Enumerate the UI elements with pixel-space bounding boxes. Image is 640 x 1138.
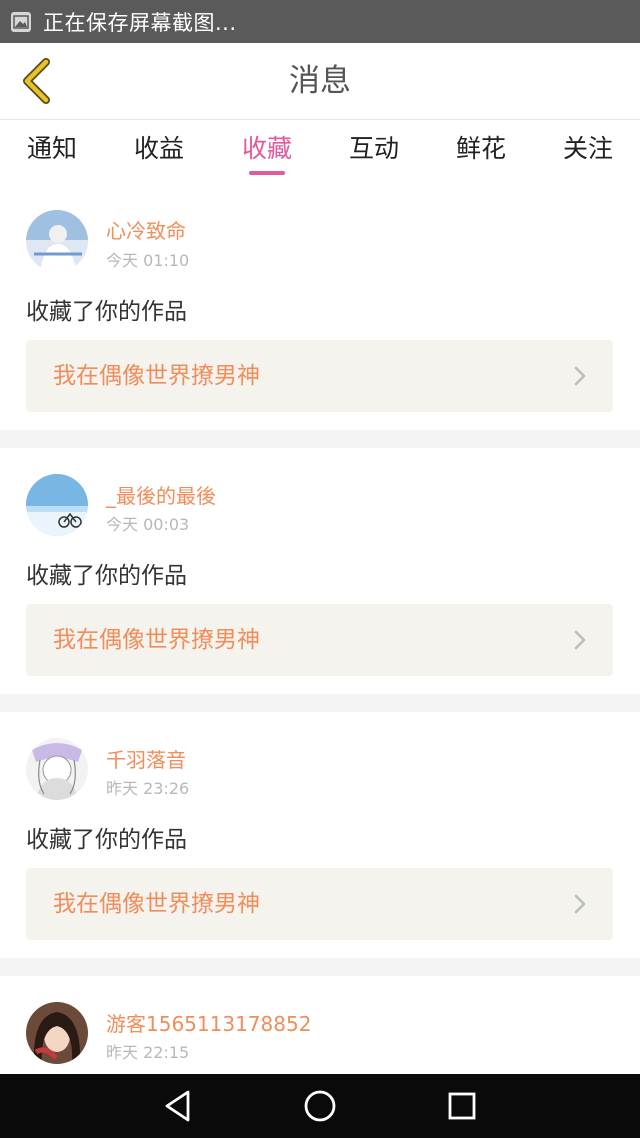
avatar[interactable] [26,1002,88,1064]
nav-back-button[interactable] [146,1074,210,1138]
username[interactable]: 心冷致命 [106,215,186,244]
work-link[interactable]: 我在偶像世界撩男神 [26,868,613,940]
nav-home-button[interactable] [288,1074,352,1138]
action-text: 收藏了你的作品 [26,563,187,589]
back-button[interactable] [12,55,60,107]
list-item: 游客1565113178852 昨天 22:15 [0,976,640,1074]
username[interactable]: 千羽落音 [106,744,186,773]
recents-square-icon [448,1092,476,1120]
active-tab-indicator [249,171,285,175]
list-item: 心冷致命 今天 01:10 收藏了你的作品 我在偶像世界撩男神 [0,181,640,430]
divider [0,430,640,448]
action-text: 收藏了你的作品 [26,299,187,325]
work-link[interactable]: 我在偶像世界撩男神 [26,604,613,676]
tab-follows[interactable]: 关注 [548,121,628,181]
timestamp: 昨天 22:15 [106,1043,190,1062]
tab-flowers[interactable]: 鲜花 [441,121,521,181]
timestamp: 昨天 23:26 [106,779,190,798]
divider [0,694,640,712]
work-title: 我在偶像世界撩男神 [53,891,260,917]
list-item: 千羽落音 昨天 23:26 收藏了你的作品 我在偶像世界撩男神 [0,712,640,958]
tab-bar: 通知 收益 收藏 互动 鲜花 关注 [0,121,640,181]
home-circle-icon [304,1090,336,1122]
username[interactable]: 游客1565113178852 [106,1008,311,1037]
avatar[interactable] [26,738,88,800]
action-text: 收藏了你的作品 [26,827,187,853]
nav-recents-button[interactable] [430,1074,494,1138]
divider [0,958,640,976]
list-item: _最後的最後 今天 00:03 收藏了你的作品 我在偶像世界撩男神 [0,448,640,694]
page-title: 消息 [289,63,351,99]
image-icon [11,11,31,32]
work-title: 我在偶像世界撩男神 [53,363,260,389]
avatar[interactable] [26,474,88,536]
avatar[interactable] [26,210,88,272]
tab-notifications[interactable]: 通知 [12,121,92,181]
chevron-right-icon [574,630,586,650]
work-link[interactable]: 我在偶像世界撩男神 [26,340,613,412]
chevron-left-icon [23,58,50,104]
chevron-right-icon [574,366,586,386]
tab-interactions[interactable]: 互动 [334,121,414,181]
timestamp: 今天 01:10 [106,251,190,270]
back-triangle-icon [165,1090,190,1122]
status-text: 正在保存屏幕截图... [43,10,237,35]
navigation-bar [0,1074,640,1138]
work-title: 我在偶像世界撩男神 [53,627,260,653]
tab-earnings[interactable]: 收益 [119,121,199,181]
status-bar: 正在保存屏幕截图... [0,0,640,43]
username[interactable]: _最後的最後 [106,480,216,509]
chevron-right-icon [574,894,586,914]
timestamp: 今天 00:03 [106,515,190,534]
header: 消息 [0,43,640,120]
